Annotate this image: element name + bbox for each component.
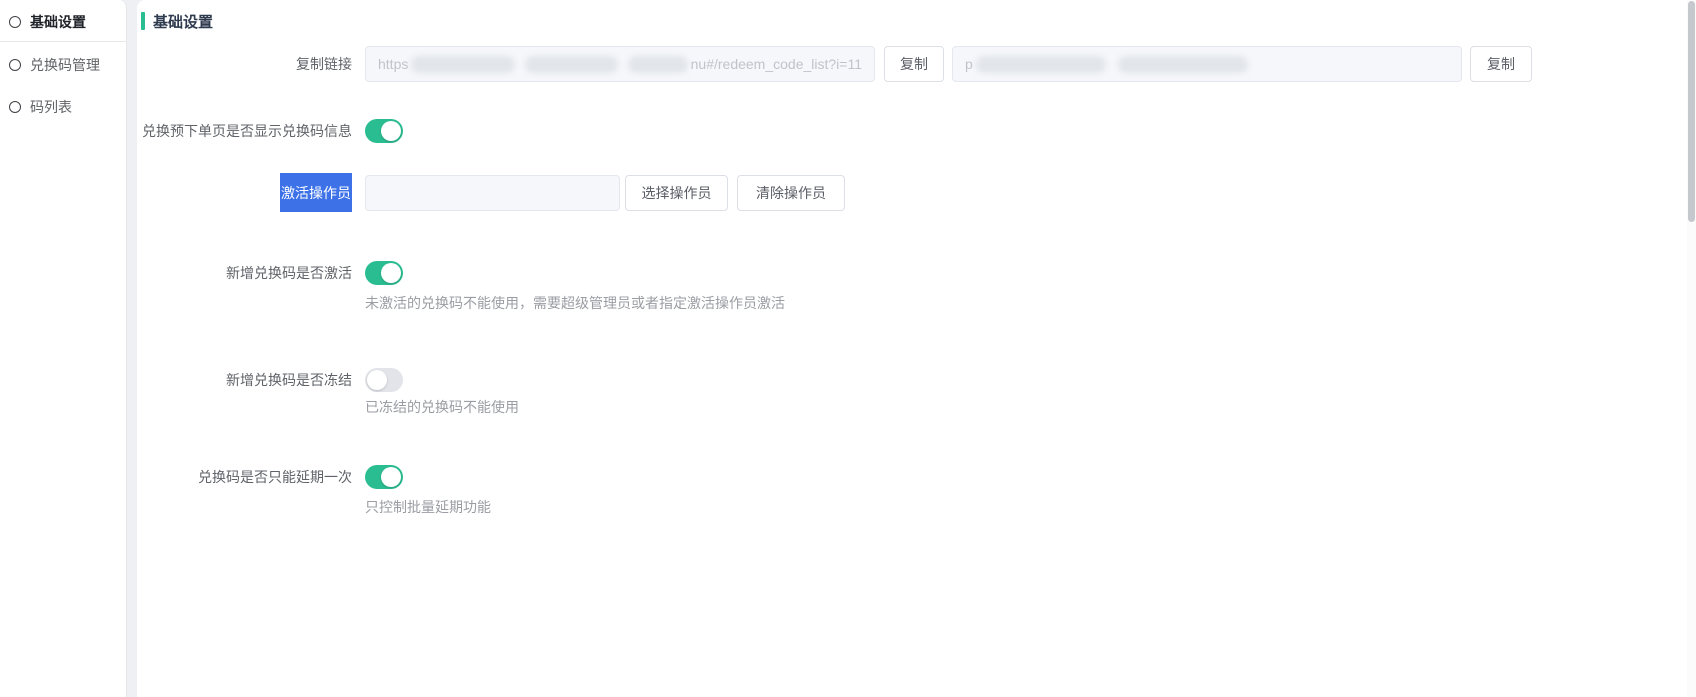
redacted-blur-segment bbox=[411, 55, 515, 73]
extend-once-hint: 只控制批量延期功能 bbox=[365, 499, 491, 515]
sidebar-item-label: 兑换码管理 bbox=[30, 57, 100, 73]
toggle-knob bbox=[367, 370, 387, 390]
select-operator-button[interactable]: 选择操作员 bbox=[625, 174, 728, 211]
redacted-blur-segment bbox=[628, 55, 688, 73]
redacted-blur-segment bbox=[1117, 55, 1248, 73]
sidebar-item-basic-settings[interactable]: 基础设置 bbox=[0, 2, 126, 42]
clear-operator-button[interactable]: 清除操作员 bbox=[737, 174, 845, 211]
new-code-activated-hint: 未激活的兑换码不能使用，需要超级管理员或者指定激活操作员激活 bbox=[365, 295, 785, 311]
activation-operator-row: 激活操作员 选择操作员 清除操作员 bbox=[137, 173, 1687, 212]
url-suffix: nu#/redeem_code_list?i=11 bbox=[690, 56, 862, 72]
new-code-frozen-row: 新增兑换码是否冻结 bbox=[137, 368, 1687, 392]
new-code-frozen-label: 新增兑换码是否冻结 bbox=[226, 372, 352, 388]
activation-operator-label: 激活操作员 bbox=[137, 173, 352, 212]
copy-button-primary[interactable]: 复制 bbox=[884, 46, 944, 82]
copy-link-input-primary[interactable]: https nu#/redeem_code_list?i=11 bbox=[365, 46, 875, 82]
settings-panel: 基础设置 复制链接 https nu#/redeem_code_list?i=1… bbox=[137, 0, 1687, 697]
extend-once-row: 兑换码是否只能延期一次 bbox=[137, 465, 1687, 489]
selected-text-highlight: 激活操作员 bbox=[280, 173, 352, 212]
radio-circle-icon bbox=[9, 15, 21, 28]
show-code-info-label: 兑换预下单页是否显示兑换码信息 bbox=[142, 123, 352, 139]
toggle-knob bbox=[381, 467, 401, 487]
accent-bar bbox=[141, 12, 145, 30]
extend-once-label: 兑换码是否只能延期一次 bbox=[198, 469, 352, 485]
scrollbar[interactable] bbox=[1687, 0, 1696, 697]
redacted-blur bbox=[975, 55, 1248, 73]
page-title: 基础设置 bbox=[153, 13, 214, 31]
copy-link-row: 复制链接 https nu#/redeem_code_list?i=11 复制 … bbox=[137, 46, 1687, 82]
toggle-knob bbox=[381, 263, 401, 283]
copy-button-secondary[interactable]: 复制 bbox=[1470, 46, 1532, 82]
radio-circle-icon bbox=[9, 59, 21, 71]
redacted-blur bbox=[411, 55, 688, 73]
show-code-info-row: 兑换预下单页是否显示兑换码信息 bbox=[137, 119, 1687, 143]
radio-circle-icon bbox=[9, 101, 21, 113]
new-code-frozen-toggle[interactable] bbox=[365, 368, 403, 392]
show-code-info-toggle[interactable] bbox=[365, 119, 403, 143]
activation-operator-input[interactable] bbox=[365, 174, 620, 211]
sidebar-item-code-list[interactable]: 码列表 bbox=[0, 87, 126, 127]
url-prefix: https bbox=[378, 56, 409, 72]
copy-link-label: 复制链接 bbox=[296, 56, 352, 72]
settings-sidebar: 基础设置 兑换码管理 码列表 bbox=[0, 0, 127, 697]
new-code-frozen-hint: 已冻结的兑换码不能使用 bbox=[365, 399, 519, 415]
sidebar-item-code-management[interactable]: 兑换码管理 bbox=[0, 45, 126, 85]
extend-once-toggle[interactable] bbox=[365, 465, 403, 489]
toggle-knob bbox=[381, 121, 401, 141]
copy-link-input-secondary[interactable]: p bbox=[952, 46, 1462, 82]
redacted-blur-segment bbox=[524, 55, 619, 73]
panel-header: 基础设置 bbox=[137, 0, 1687, 32]
redacted-blur-segment bbox=[975, 55, 1106, 73]
url-prefix: p bbox=[965, 56, 973, 72]
scrollbar-thumb[interactable] bbox=[1688, 1, 1695, 222]
new-code-activated-row: 新增兑换码是否激活 bbox=[137, 261, 1687, 285]
sidebar-item-label: 基础设置 bbox=[30, 13, 86, 30]
new-code-activated-toggle[interactable] bbox=[365, 261, 403, 285]
new-code-activated-label: 新增兑换码是否激活 bbox=[226, 265, 352, 281]
sidebar-item-label: 码列表 bbox=[30, 99, 72, 115]
